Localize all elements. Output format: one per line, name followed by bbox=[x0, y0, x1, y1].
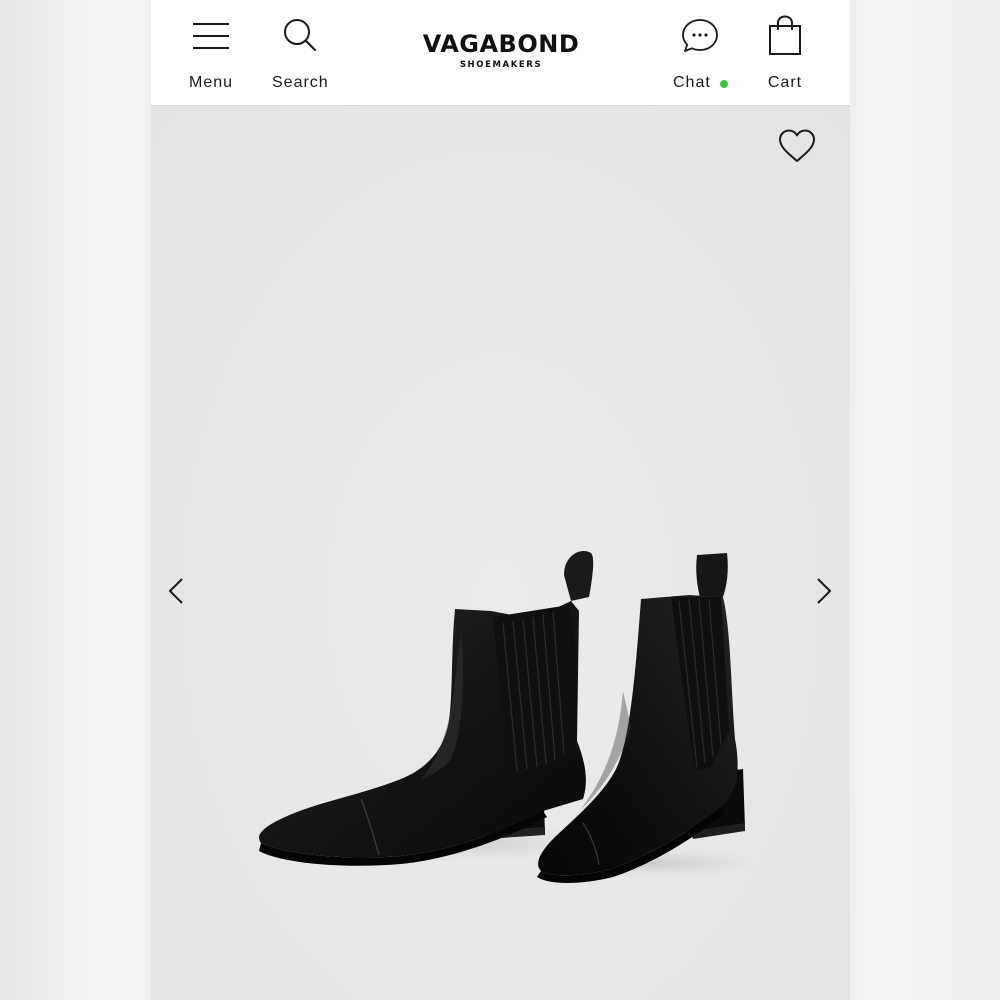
product-image bbox=[251, 551, 751, 883]
mobile-screen: Menu Search VAGABOND SHOEMAKERS Chat Car… bbox=[151, 0, 850, 1000]
page-backdrop-right bbox=[850, 0, 1000, 1000]
search-icon bbox=[278, 14, 322, 58]
brand-logo[interactable]: VAGABOND SHOEMAKERS bbox=[381, 30, 621, 70]
left-boot bbox=[259, 551, 594, 866]
chat-online-status-icon bbox=[719, 80, 728, 88]
search-button[interactable]: Search bbox=[272, 14, 329, 92]
menu-icon bbox=[189, 14, 233, 58]
brand-wordmark: VAGABOND bbox=[422, 30, 580, 58]
shopping-bag-icon bbox=[763, 14, 807, 58]
chat-label-text: Chat bbox=[673, 74, 711, 91]
site-header: Menu Search VAGABOND SHOEMAKERS Chat Car… bbox=[151, 0, 850, 106]
previous-image-button[interactable] bbox=[162, 576, 192, 606]
chat-button[interactable]: Chat bbox=[673, 14, 728, 92]
search-label: Search bbox=[272, 74, 329, 91]
chat-bubble-icon bbox=[678, 14, 722, 58]
menu-button[interactable]: Menu bbox=[189, 14, 233, 92]
menu-label: Menu bbox=[189, 74, 234, 91]
heart-outline-icon bbox=[779, 129, 815, 162]
chevron-right-icon bbox=[817, 578, 832, 604]
wishlist-button[interactable] bbox=[777, 126, 817, 166]
brand-tagline: SHOEMAKERS bbox=[459, 60, 543, 70]
chevron-left-icon bbox=[168, 578, 183, 604]
chat-label: Chat bbox=[673, 74, 728, 92]
product-image-gallery[interactable] bbox=[151, 106, 850, 1000]
cart-label: Cart bbox=[767, 74, 803, 91]
cart-button[interactable]: Cart bbox=[763, 14, 807, 92]
next-image-button[interactable] bbox=[808, 576, 838, 606]
